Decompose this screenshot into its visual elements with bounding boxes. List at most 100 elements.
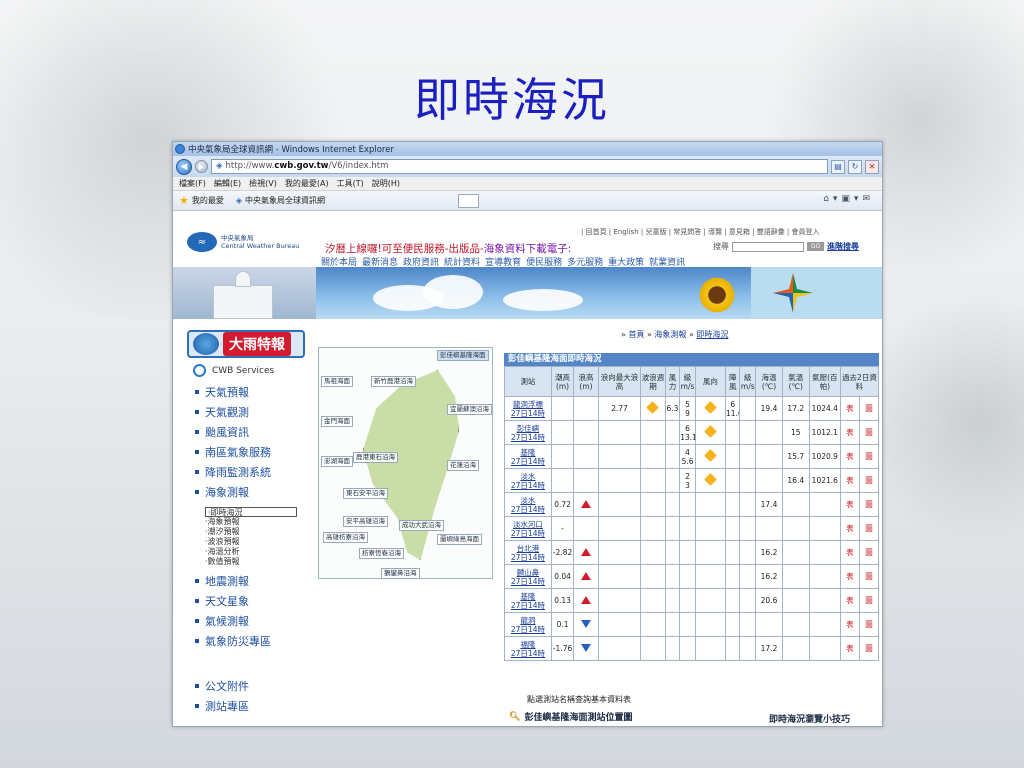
sidebar-item-disaster[interactable]: 氣象防災專區 [195, 631, 315, 651]
map-label[interactable]: 花蓮沿海 [447, 460, 479, 471]
history-table-link[interactable]: 表 [839, 588, 860, 613]
sidebar-item-forecast[interactable]: 天氣預報 [195, 382, 315, 402]
history-table-link[interactable]: 表 [839, 444, 860, 469]
map-label[interactable]: 宜蘭蘇澳沿海 [447, 404, 492, 415]
submenu-item[interactable]: ‧波浪預報 [205, 537, 315, 547]
history-chart-link[interactable]: 圖 [858, 588, 880, 613]
menu-view[interactable]: 檢視(V) [249, 178, 277, 189]
history-table-link[interactable]: 表 [839, 564, 860, 589]
map-label[interactable]: 枋寮恆春沿海 [359, 548, 404, 559]
breadcrumb-section[interactable]: 海象測報 [654, 330, 686, 339]
submenu-item[interactable]: ‧海象預報 [205, 517, 315, 527]
address-input[interactable]: ◈ http://www. cwb.gov.tw/V6/index.htm [211, 159, 828, 174]
sidebar-item-astronomy[interactable]: 天文星象 [195, 591, 315, 611]
sidebar-item-earthquake[interactable]: 地震測報 [195, 571, 315, 591]
history-chart-link[interactable]: 圖 [858, 612, 880, 637]
heavy-rain-alert-button[interactable]: 大雨特報 [187, 330, 305, 358]
menu-favorites[interactable]: 我的最愛(A) [285, 178, 329, 189]
gust-cell [725, 636, 741, 661]
station-cell[interactable]: 淡水 27日14時 [504, 468, 552, 493]
cwb-services-link[interactable]: CWB Services [193, 364, 274, 377]
map-label[interactable]: 東石安平沿海 [343, 488, 388, 499]
search-go-button[interactable]: GO [807, 242, 824, 251]
submenu-item[interactable]: ‧數值預報 [205, 557, 315, 567]
sidebar-item-climate[interactable]: 氣候測報 [195, 611, 315, 631]
refresh-button[interactable]: ↻ [848, 159, 862, 174]
history-table-link[interactable]: 表 [839, 540, 860, 565]
station-cell[interactable]: 龍洞浮標 27日14時 [504, 396, 552, 421]
observation-time: 27日14時 [510, 480, 545, 490]
sidebar-item-observation[interactable]: 天氣觀測 [195, 402, 315, 422]
history-chart-link[interactable]: 圖 [858, 420, 880, 445]
browsing-tips-link[interactable]: 即時海況瀏覽小技巧 [769, 712, 850, 725]
top-links[interactable]: | 回首頁 | English | 兒童版 | 常見問答 | 導覽 | 意見箱 … [581, 227, 820, 237]
history-table-link[interactable]: 表 [839, 396, 860, 421]
station-cell[interactable]: 淡水 27日14時 [504, 492, 552, 517]
history-chart-link[interactable]: 圖 [858, 492, 880, 517]
browser-tab[interactable]: ◈ 中央氣象局全球資訊網 [236, 195, 325, 206]
history-chart-link[interactable]: 圖 [858, 516, 880, 541]
station-cell[interactable]: 福隆 27日14時 [504, 636, 552, 661]
history-chart-link[interactable]: 圖 [858, 396, 880, 421]
menu-tools[interactable]: 工具(T) [337, 178, 364, 189]
search-input[interactable] [732, 241, 804, 252]
station-cell[interactable]: 彭佳嶼 27日14時 [504, 420, 552, 445]
station-cell[interactable]: 基隆 27日14時 [504, 444, 552, 469]
advanced-search-link[interactable]: 進階搜尋 [827, 241, 859, 252]
breadcrumb-current[interactable]: 即時海況 [696, 330, 728, 339]
command-bar-icons[interactable]: ⌂▾▣▾✉ [823, 194, 874, 204]
menu-help[interactable]: 說明(H) [372, 178, 400, 189]
map-label[interactable]: 彭佳嶼基隆海面 [437, 350, 489, 361]
history-table-link[interactable]: 表 [839, 492, 860, 517]
sidebar-item-rain[interactable]: 降雨監測系統 [195, 462, 315, 482]
announcement-marquee[interactable]: 汐暦上線囉!可至便民服務-出版品-海象資料下載電子: [325, 241, 571, 256]
sidebar-item-south[interactable]: 南區氣象服務 [195, 442, 315, 462]
history-table-link[interactable]: 表 [839, 636, 860, 661]
history-chart-link[interactable]: 圖 [858, 444, 880, 469]
history-chart-link[interactable]: 圖 [858, 636, 880, 661]
station-map-link[interactable]: 🔍︎ 彭佳嶼基隆海面測站位置圖 [509, 710, 632, 724]
history-chart-link[interactable]: 圖 [858, 468, 880, 493]
cwb-logo[interactable]: ≈ 中央氣象局 Central Weather Bureau [187, 232, 299, 252]
map-label[interactable]: 安平高雄沿海 [343, 516, 388, 527]
map-label[interactable]: 新竹鹿港沿海 [371, 376, 416, 387]
breadcrumb-home[interactable]: 首頁 [628, 330, 644, 339]
submenu-item[interactable]: ‧潮汐預報 [205, 527, 315, 537]
favorites-label[interactable]: 我的最愛 [192, 195, 224, 206]
map-label[interactable]: 馬祖海面 [321, 376, 353, 387]
submenu-item[interactable]: ‧海溫分析 [205, 547, 315, 557]
back-button[interactable]: ◀ [176, 158, 192, 175]
map-label[interactable]: 澎湖海面 [321, 456, 353, 467]
favorites-star-icon[interactable]: ★ [179, 194, 189, 207]
history-table-link[interactable]: 表 [839, 612, 860, 637]
history-table-link[interactable]: 表 [839, 420, 860, 445]
station-cell[interactable]: 台北港 27日14時 [504, 540, 552, 565]
history-chart-link[interactable]: 圖 [858, 540, 880, 565]
submenu-item-realtime[interactable]: ‧即時海況 [205, 507, 297, 517]
stop-button[interactable]: ✕ [865, 159, 879, 174]
map-label[interactable]: 高雄枋寮沿海 [323, 532, 368, 543]
compat-view-button[interactable]: ▤ [831, 159, 845, 174]
history-table-link[interactable]: 表 [839, 516, 860, 541]
sidebar-item-stations[interactable]: 測站專區 [195, 696, 249, 716]
sidebar-item-marine[interactable]: 海象測報 [195, 482, 315, 502]
map-label[interactable]: 蘭嶼綠島海面 [437, 534, 482, 545]
history-chart-link[interactable]: 圖 [858, 564, 880, 589]
sidebar-item-typhoon[interactable]: 颱風資訊 [195, 422, 315, 442]
station-cell[interactable]: 麟山鼻 27日14時 [504, 564, 552, 589]
forward-button[interactable]: ▶ [195, 160, 208, 173]
map-label[interactable]: 鹿港東石沿海 [353, 452, 398, 463]
station-cell[interactable]: 基隆 27日14時 [504, 588, 552, 613]
map-label[interactable]: 成功大武沿海 [399, 520, 444, 531]
menu-edit[interactable]: 編輯(E) [214, 178, 241, 189]
map-label[interactable]: 金門海面 [321, 416, 353, 427]
sidebar-item-documents[interactable]: 公文附件 [195, 676, 249, 696]
sea-temp-cell: 17.4 [755, 492, 783, 517]
sea-area-map[interactable]: 彭佳嶼基隆海面 馬祖海面 新竹鹿港沿海 宜蘭蘇澳沿海 金門海面 澎湖海面 鹿港東… [318, 347, 493, 579]
menu-file[interactable]: 檔案(F) [179, 178, 206, 189]
history-table-link[interactable]: 表 [839, 468, 860, 493]
station-cell[interactable]: 淡水河口 27日14時 [504, 516, 552, 541]
station-cell[interactable]: 龍洞 27日14時 [504, 612, 552, 637]
map-label[interactable]: 鵝鑾鼻沿海 [381, 568, 420, 579]
new-tab-button[interactable] [458, 194, 479, 208]
